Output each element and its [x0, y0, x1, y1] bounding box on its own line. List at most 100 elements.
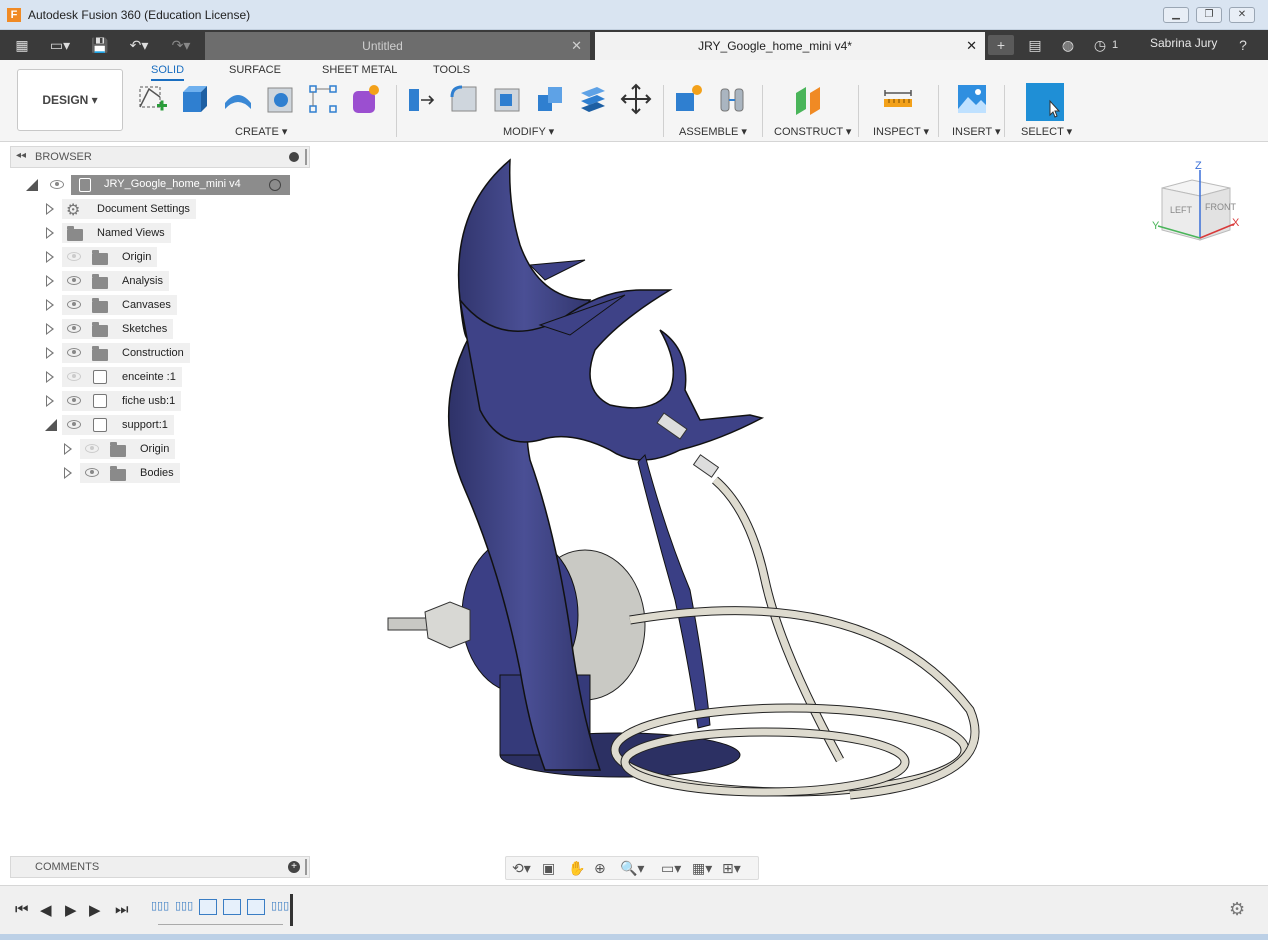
insert-image-icon[interactable]	[956, 83, 988, 115]
expand-triangle-icon[interactable]	[46, 371, 54, 383]
collapse-triangle-icon[interactable]	[26, 179, 38, 191]
workspace-switcher[interactable]: DESIGN ▾	[17, 69, 123, 131]
expand-triangle-icon[interactable]	[46, 347, 54, 359]
step-forward-icon[interactable]: ▶	[89, 901, 101, 919]
tab-solid[interactable]: SOLID	[151, 64, 185, 81]
browser-item-analysis[interactable]: Analysis	[44, 271, 204, 293]
close-tab-icon[interactable]: ✕	[966, 32, 977, 60]
expand-triangle-icon[interactable]	[64, 443, 72, 455]
measure-icon[interactable]	[882, 83, 914, 115]
expand-triangle-icon[interactable]	[64, 467, 72, 479]
hidden-eye-icon[interactable]	[85, 444, 99, 453]
revolve-icon[interactable]	[222, 83, 254, 115]
timeline-joint-icon[interactable]	[199, 899, 217, 915]
timeline-align-icon[interactable]	[247, 899, 265, 915]
rectangular-pattern-icon[interactable]	[307, 83, 339, 115]
minimize-panel-icon[interactable]	[289, 152, 299, 162]
visibility-eye-icon[interactable]	[67, 276, 81, 285]
expand-triangle-icon[interactable]	[46, 251, 54, 263]
assemble-menu[interactable]: ASSEMBLE ▾	[679, 125, 747, 138]
new-tab-plus-icon[interactable]: +	[988, 35, 1014, 55]
timeline-feature-group-icon[interactable]: ▯▯▯	[151, 899, 169, 915]
tab-surface[interactable]: SURFACE	[229, 64, 281, 76]
browser-item-sketches[interactable]: Sketches	[44, 319, 204, 341]
restore-button[interactable]: ❐	[1196, 7, 1222, 23]
3d-model-viewport[interactable]	[370, 150, 1010, 820]
visibility-eye-icon[interactable]	[67, 348, 81, 357]
file-menu-icon[interactable]: ▭▾	[46, 35, 74, 55]
browser-root-row[interactable]: JRY_Google_home_mini v4	[24, 175, 294, 197]
activate-radio-icon[interactable]	[269, 179, 281, 191]
visibility-eye-icon[interactable]	[67, 324, 81, 333]
browser-item-construction[interactable]: Construction	[44, 343, 214, 365]
visibility-eye-icon[interactable]	[67, 300, 81, 309]
look-at-icon[interactable]: ▣	[542, 860, 555, 877]
fit-icon[interactable]: 🔍▾	[620, 860, 644, 877]
comments-icon[interactable]: ▤	[1025, 35, 1045, 55]
shell-icon[interactable]	[491, 83, 523, 115]
hole-icon[interactable]	[265, 83, 297, 115]
tab-untitled[interactable]: Untitled ✕	[205, 32, 590, 60]
panel-drag-handle[interactable]	[305, 859, 307, 875]
play-icon[interactable]: ▶	[65, 901, 77, 919]
viewcube-left-face[interactable]: LEFT	[1170, 205, 1192, 215]
combine-icon[interactable]	[534, 83, 566, 115]
browser-item-canvases[interactable]: Canvases	[44, 295, 204, 317]
visibility-eye-icon[interactable]	[50, 180, 64, 189]
tab-sheet-metal[interactable]: SHEET METAL	[322, 64, 397, 76]
browser-item-fiche-usb[interactable]: fiche usb:1	[44, 391, 204, 413]
user-name[interactable]: Sabrina Jury	[1150, 36, 1217, 50]
grid-settings-icon[interactable]: ▦▾	[692, 860, 712, 877]
create-sketch-icon[interactable]	[137, 83, 169, 115]
orbit-icon[interactable]: ⟲▾	[512, 860, 531, 877]
close-window-button[interactable]: ✕	[1229, 7, 1255, 23]
job-status-icon[interactable]: ◷	[1092, 35, 1108, 55]
expand-triangle-icon[interactable]	[46, 395, 54, 407]
create-menu[interactable]: CREATE ▾	[235, 125, 287, 138]
browser-item-bodies[interactable]: Bodies	[62, 463, 222, 485]
construct-menu[interactable]: CONSTRUCT ▾	[774, 125, 851, 138]
timeline-joint-icon[interactable]	[223, 899, 241, 915]
new-component-icon[interactable]	[673, 83, 705, 115]
viewcube-front-face[interactable]: FRONT	[1205, 202, 1236, 212]
browser-item-support[interactable]: support:1	[44, 415, 204, 437]
step-back-icon[interactable]: ◀	[40, 901, 52, 919]
viewcube[interactable]: Z X Y LEFT FRONT	[1150, 160, 1242, 250]
timeline-feature-group-icon[interactable]: ▯▯▯	[175, 899, 193, 915]
browser-item-enceinte[interactable]: enceinte :1	[44, 367, 204, 389]
data-panel-grid-icon[interactable]: ▦	[12, 35, 32, 55]
browser-item-support-origin[interactable]: Origin	[62, 439, 222, 461]
expand-triangle-icon[interactable]	[46, 275, 54, 287]
collapse-triangle-icon[interactable]	[45, 419, 57, 431]
move-copy-icon[interactable]	[620, 83, 652, 115]
visibility-eye-icon[interactable]	[85, 468, 99, 477]
save-icon[interactable]: 💾	[90, 35, 110, 55]
fillet-icon[interactable]	[448, 83, 480, 115]
timeline-feature-group-icon[interactable]: ▯▯▯	[271, 899, 289, 915]
pan-hand-icon[interactable]: ✋	[568, 860, 585, 877]
expand-triangle-icon[interactable]	[46, 323, 54, 335]
joint-icon[interactable]	[716, 83, 748, 115]
expand-triangle-icon[interactable]	[46, 299, 54, 311]
close-tab-icon[interactable]: ✕	[571, 32, 582, 60]
hidden-eye-icon[interactable]	[67, 372, 81, 381]
panel-drag-handle[interactable]	[305, 149, 307, 165]
timeline-settings-gear-icon[interactable]: ⚙	[1229, 899, 1245, 920]
browser-panel-header[interactable]: ◂◂ BROWSER	[10, 146, 310, 168]
visibility-eye-icon[interactable]	[67, 396, 81, 405]
modify-menu[interactable]: MODIFY ▾	[503, 125, 554, 138]
browser-item-origin[interactable]: Origin	[44, 247, 204, 269]
press-pull-icon[interactable]	[405, 83, 437, 115]
zoom-icon[interactable]: ⊕	[594, 860, 606, 877]
select-button[interactable]	[1026, 83, 1064, 121]
hidden-eye-icon[interactable]	[67, 252, 81, 261]
expand-triangle-icon[interactable]	[46, 203, 54, 215]
redo-icon[interactable]: ↷▾	[166, 35, 196, 55]
expand-triangle-icon[interactable]	[46, 227, 54, 239]
collapse-panel-icon[interactable]: ◂◂	[16, 150, 26, 161]
create-form-icon[interactable]	[350, 83, 382, 115]
go-to-start-icon[interactable]: ⏮	[15, 901, 29, 918]
extensions-icon[interactable]: ◍	[1058, 35, 1078, 55]
browser-item-document-settings[interactable]: Document Settings ⚙	[44, 199, 204, 221]
select-menu[interactable]: SELECT ▾	[1021, 125, 1072, 138]
